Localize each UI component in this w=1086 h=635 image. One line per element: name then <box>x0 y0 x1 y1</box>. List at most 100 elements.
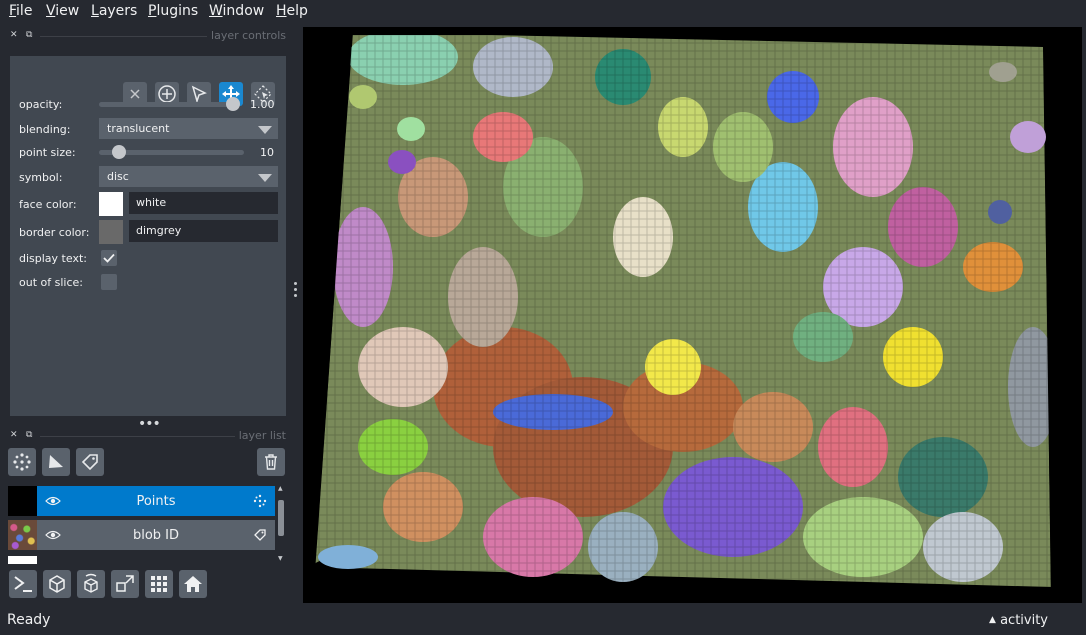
layer-name: blob ID <box>132 528 180 543</box>
edge-blob <box>989 62 1017 82</box>
menu-help[interactable]: Help <box>276 3 308 19</box>
out-of-slice-checkbox[interactable] <box>101 274 117 290</box>
label-icon <box>254 529 266 541</box>
layer-row-points[interactable]: Points <box>8 486 276 516</box>
menu-bar: File View Layers Plugins Window Help <box>0 0 1086 24</box>
symbol-value: disc <box>107 170 129 183</box>
blending-value: translucent <box>107 122 170 135</box>
trash-icon <box>265 454 277 470</box>
grid-view-button[interactable] <box>145 570 173 598</box>
layer-controls-panel: opacity: 1.00 blending: translucent poin… <box>10 56 286 416</box>
layer-body[interactable]: Points <box>37 486 275 516</box>
transpose-icon <box>116 575 134 592</box>
layer-thumbnail <box>8 520 37 550</box>
out-of-slice-label: out of slice: <box>19 276 83 289</box>
scrollbar-thumb[interactable] <box>278 500 284 536</box>
activity-label: activity <box>1000 613 1048 628</box>
menu-mnemonic: F <box>9 3 17 19</box>
menu-mnemonic: L <box>91 3 99 19</box>
menu-mnemonic: P <box>148 3 157 19</box>
close-dock-icon[interactable]: ✕ <box>10 430 20 440</box>
viewer-canvas[interactable] <box>303 27 1082 603</box>
close-dock-icon[interactable]: ✕ <box>10 30 20 40</box>
new-shapes-layer-button[interactable] <box>42 448 70 476</box>
point-size-slider-handle[interactable] <box>112 145 126 159</box>
cube-icon <box>49 575 65 593</box>
face-color-field[interactable]: white <box>129 192 278 214</box>
delete-layer-button[interactable] <box>257 448 285 476</box>
face-color-swatch[interactable] <box>99 192 123 216</box>
roll-cube-icon <box>84 573 98 593</box>
display-text-checkbox[interactable] <box>101 250 117 266</box>
menu-mnemonic: V <box>46 3 56 19</box>
float-dock-icon[interactable]: ⧉ <box>26 30 36 40</box>
layer-name: Points <box>136 494 176 509</box>
home-icon <box>184 576 202 592</box>
roll-dimensions-button[interactable] <box>77 570 105 598</box>
checkmark-icon <box>103 253 115 263</box>
float-dock-icon[interactable]: ⧉ <box>26 430 36 440</box>
activity-button[interactable]: ▲ activity <box>989 613 1048 628</box>
new-labels-layer-button[interactable] <box>76 448 104 476</box>
add-circle-icon <box>158 85 176 103</box>
menu-layers[interactable]: Layers <box>91 3 137 19</box>
border-color-swatch[interactable] <box>99 220 123 244</box>
cursor-arrow-icon <box>191 85 207 104</box>
layer-body[interactable]: blob ID <box>37 520 275 550</box>
scroll-down-icon[interactable]: ▼ <box>278 556 284 562</box>
layer-controls-title-bar: ✕ ⧉ layer controls <box>10 29 286 45</box>
face-color-value: white <box>136 196 167 209</box>
transpose-dimensions-button[interactable] <box>111 570 139 598</box>
menu-view[interactable]: View <box>46 3 79 19</box>
layer-list: Points blob ID <box>8 486 276 564</box>
menu-file[interactable]: File <box>9 3 32 19</box>
grid-icon <box>151 576 167 592</box>
console-button[interactable] <box>9 570 37 598</box>
layer-controls-title: layer controls <box>207 29 286 42</box>
label-icon <box>81 454 98 471</box>
chevron-down-icon <box>258 126 272 134</box>
terminal-icon <box>14 576 32 592</box>
menu-window[interactable]: Window <box>209 3 264 19</box>
display-text-label: display text: <box>19 252 87 265</box>
shapes-icon <box>49 455 63 468</box>
scroll-up-icon[interactable]: ▲ <box>278 486 284 492</box>
menu-plugins[interactable]: Plugins <box>148 3 198 19</box>
left-dock: ✕ ⧉ layer controls opacity: 1.00 blendin… <box>0 24 296 604</box>
edge-blob <box>349 85 377 109</box>
chevron-down-icon <box>258 174 272 182</box>
blending-select[interactable]: translucent <box>99 118 278 139</box>
caret-up-icon: ▲ <box>989 615 996 625</box>
toggle-ndisplay-button[interactable] <box>43 570 71 598</box>
opacity-slider[interactable] <box>99 102 239 107</box>
symbol-label: symbol: <box>19 171 63 184</box>
border-color-value: dimgrey <box>136 224 182 237</box>
close-icon <box>130 89 140 99</box>
dock-resize-handle[interactable] <box>294 282 298 300</box>
status-bar: Ready ▲ activity <box>0 604 1086 635</box>
opacity-value: 1.00 <box>250 98 275 111</box>
layer-thumbnail <box>8 486 37 516</box>
layer-row-blob-id[interactable]: blob ID <box>8 520 276 550</box>
opacity-label: opacity: <box>19 98 63 111</box>
layer-list-title: layer list <box>234 429 286 442</box>
edge-blob <box>1010 121 1046 153</box>
new-points-layer-button[interactable] <box>8 448 36 476</box>
voxel-texture <box>303 27 1082 603</box>
points-icon <box>253 494 267 508</box>
border-color-field[interactable]: dimgrey <box>129 220 278 242</box>
symbol-select[interactable]: disc <box>99 166 278 187</box>
point-size-value: 10 <box>260 146 274 159</box>
opacity-slider-handle[interactable] <box>226 97 240 111</box>
blending-label: blending: <box>19 123 71 136</box>
edge-blob <box>397 117 425 141</box>
border-color-label: border color: <box>19 226 90 239</box>
layer-row-partial <box>8 556 37 564</box>
reset-view-button[interactable] <box>179 570 207 598</box>
edge-blob <box>988 200 1012 224</box>
edge-blob <box>318 545 378 569</box>
points-icon <box>13 453 31 471</box>
edge-blob <box>388 150 416 174</box>
layer-list-scrollbar[interactable]: ▲ ▼ <box>277 486 285 564</box>
layer-list-title-bar: ✕ ⧉ layer list <box>10 429 286 445</box>
